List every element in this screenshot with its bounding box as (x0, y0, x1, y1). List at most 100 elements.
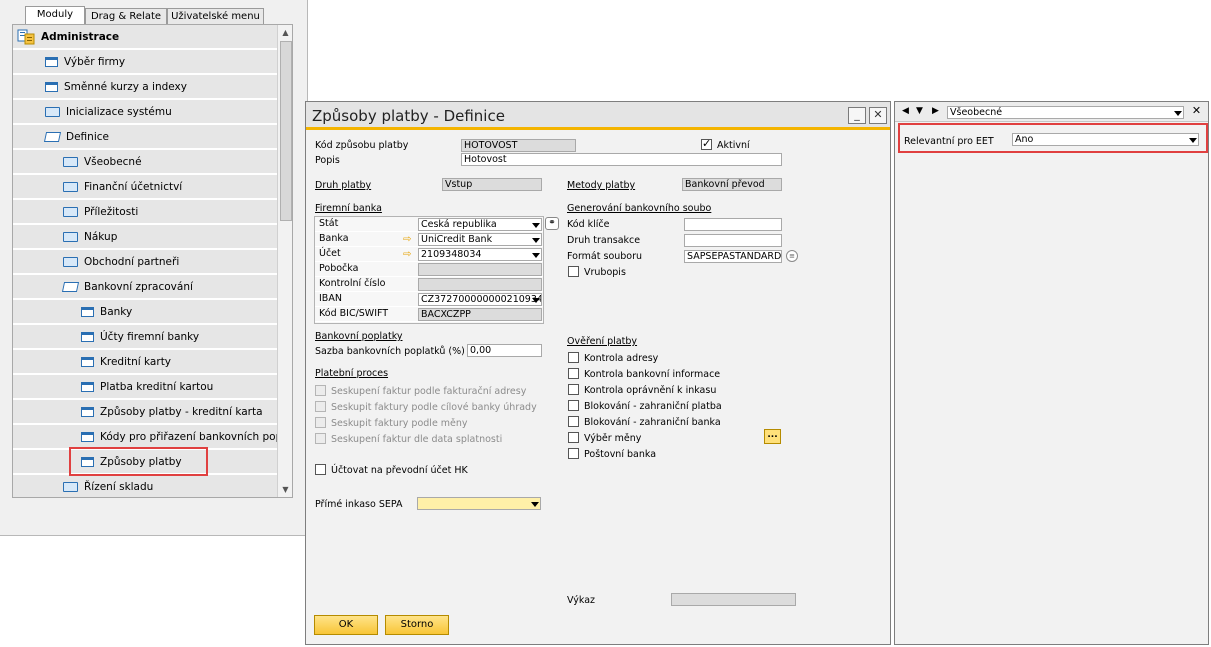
chevron-down-icon (532, 253, 540, 258)
link-chain-icon[interactable]: ⚭ (545, 217, 559, 230)
administration-icon (17, 29, 35, 45)
tree-item[interactable]: Kreditní karty (13, 350, 277, 374)
check-mandate-checkbox[interactable] (568, 384, 579, 395)
tree-item[interactable]: Účty firemní banky (13, 325, 277, 349)
tree-item-label: Všeobecné (84, 155, 142, 168)
link-arrow-icon[interactable]: ⇨ (403, 234, 411, 245)
code-label: Kód způsobu platby (315, 140, 409, 151)
ok-button[interactable]: OK (314, 615, 378, 635)
folder-icon (45, 106, 60, 117)
group-by-due-date-checkbox[interactable] (315, 433, 326, 444)
country-select[interactable]: Česká republika (418, 218, 542, 231)
method-field[interactable]: Bankovní převod (682, 178, 782, 191)
trans-label: Druh transakce (567, 235, 641, 246)
category-select[interactable]: Všeobecné (947, 106, 1184, 119)
cancel-button[interactable]: Storno (385, 615, 449, 635)
block-foreign-bank-label: Blokování - zahraniční banka (584, 417, 721, 428)
block-foreign-payment-checkbox[interactable] (568, 400, 579, 411)
block-foreign-bank-checkbox[interactable] (568, 416, 579, 427)
nav-next-icon[interactable]: ▶ (930, 105, 941, 117)
highlight-box (898, 123, 1208, 153)
tree-item[interactable]: Řízení skladu (13, 475, 277, 497)
group-by-currency-checkbox[interactable] (315, 417, 326, 428)
list-icon[interactable]: ≡ (786, 250, 798, 262)
tree-item-label: Výběr firmy (64, 55, 126, 68)
tree-item[interactable]: Nákup (13, 225, 277, 249)
tree-scrollbar[interactable]: ▲ ▼ (277, 25, 292, 497)
report-field[interactable] (671, 593, 796, 606)
postal-bank-checkbox[interactable] (568, 448, 579, 459)
method-label: Metody platby (567, 180, 636, 191)
tree-item[interactable]: Kódy pro přiřazení bankovních popla (13, 425, 277, 449)
tree-item[interactable]: Platba kreditní kartou (13, 375, 277, 399)
trans-field[interactable] (684, 234, 782, 247)
tree-item[interactable]: Obchodní partneři (13, 250, 277, 274)
tab-drag-relate[interactable]: Drag & Relate (85, 8, 167, 25)
tree-item-label: Příležitosti (84, 205, 139, 218)
gl-transfer-checkbox[interactable] (315, 464, 326, 475)
iban-select[interactable]: CZ37270000000021093480 (418, 293, 542, 306)
currency-more-button[interactable]: ... (764, 429, 781, 444)
scroll-thumb[interactable] (280, 41, 292, 221)
vrubopis-checkbox[interactable] (568, 266, 579, 277)
scroll-up-icon[interactable]: ▲ (278, 25, 292, 40)
tree-item[interactable]: Způsoby platby - kreditní karta (13, 400, 277, 424)
folder-icon (63, 156, 78, 167)
tree-root-label: Administrace (41, 30, 120, 43)
report-label: Výkaz (567, 595, 596, 606)
active-checkbox[interactable] (701, 137, 712, 150)
tree-item[interactable]: Směnné kurzy a indexy (13, 75, 277, 99)
nav-prev-icon[interactable]: ◀ (900, 105, 911, 117)
tree-root-administrace[interactable]: Administrace (13, 25, 277, 49)
tree-item-label: Banky (100, 305, 133, 318)
type-field[interactable]: Vstup (442, 178, 542, 191)
nav-down-icon[interactable]: ▼ (914, 105, 925, 117)
tree-item[interactable]: Finanční účetnictví (13, 175, 277, 199)
control-number-field[interactable] (418, 278, 542, 291)
bic-field[interactable]: BACXCZPP (418, 308, 542, 321)
dialog-title-bar[interactable]: Způsoby platby - Definice _ ✕ (306, 102, 890, 130)
tree-item[interactable]: Banky (13, 300, 277, 324)
postal-bank-label: Poštovní banka (584, 449, 657, 460)
tree-item[interactable]: Výběr firmy (13, 50, 277, 74)
bank-row-country: Stát Česká republika (315, 217, 543, 232)
tree-item-label: Finanční účetnictví (84, 180, 183, 193)
branch-field[interactable] (418, 263, 542, 276)
tree-item[interactable]: Všeobecné (13, 150, 277, 174)
key-field[interactable] (684, 218, 782, 231)
link-arrow-icon[interactable]: ⇨ (403, 249, 411, 260)
close-icon[interactable]: ✕ (1191, 105, 1202, 117)
group-by-address-checkbox[interactable] (315, 385, 326, 396)
window-icon (81, 356, 94, 367)
tree-item[interactable]: Inicializace systému (13, 100, 277, 124)
tree-item-label: Směnné kurzy a indexy (64, 80, 187, 93)
charge-rate-field[interactable]: 0,00 (467, 344, 542, 357)
tab-user-menu[interactable]: Uživatelské menu (167, 8, 264, 25)
chevron-down-icon (532, 238, 540, 243)
desc-field[interactable]: Hotovost (461, 153, 782, 166)
code-field[interactable]: HOTOVOST (461, 139, 576, 152)
currency-select-checkbox[interactable] (568, 432, 579, 443)
tree-item[interactable]: Bankovní zpracování (13, 275, 277, 299)
tree-item[interactable]: Příležitosti (13, 200, 277, 224)
check-address-checkbox[interactable] (568, 352, 579, 363)
house-bank-table: Stát Česká republika Banka ⇨ UniCredit B… (314, 216, 544, 324)
chevron-down-icon (1174, 111, 1182, 116)
tree-item[interactable]: Definice (13, 125, 277, 149)
check-bank-info-checkbox[interactable] (568, 368, 579, 379)
account-select[interactable]: 2109348034 (418, 248, 542, 261)
block-foreign-payment-label: Blokování - zahraniční platba (584, 401, 722, 412)
bank-select[interactable]: UniCredit Bank (418, 233, 542, 246)
chevron-down-icon (531, 502, 539, 507)
group-by-bank-label: Seskupit faktury podle cílové banky úhra… (331, 402, 537, 413)
bank-row-iban: IBAN CZ37270000000021093480 (315, 292, 543, 307)
scroll-down-icon[interactable]: ▼ (278, 482, 292, 497)
tree-item-label: Kódy pro přiřazení bankovních popla (100, 430, 277, 443)
close-button[interactable]: ✕ (869, 107, 887, 124)
sepa-select[interactable] (417, 497, 541, 510)
minimize-button[interactable]: _ (848, 107, 866, 124)
group-by-bank-checkbox[interactable] (315, 401, 326, 412)
bank-charges-title: Bankovní poplatky (315, 331, 403, 342)
format-field[interactable]: SAPSEPASTANDARD (684, 250, 782, 263)
tab-moduly[interactable]: Moduly (25, 6, 85, 26)
